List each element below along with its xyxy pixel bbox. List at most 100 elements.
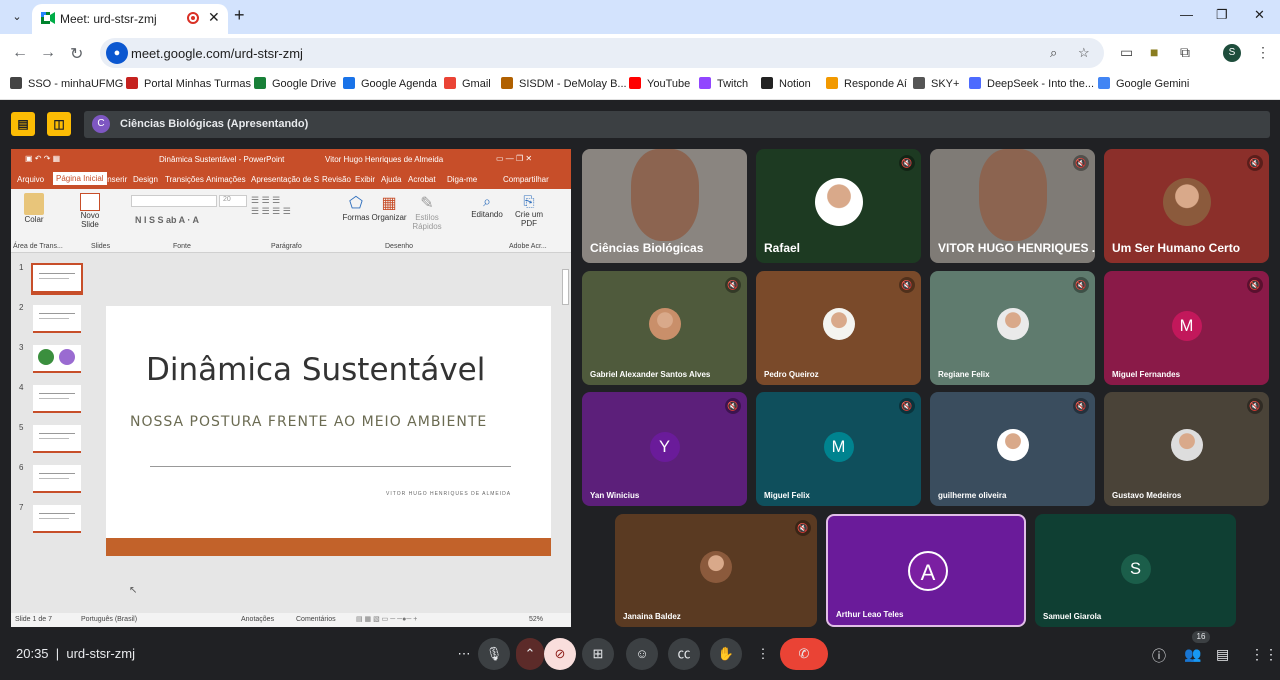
muted-icon: 🔇 (1073, 398, 1089, 414)
bookmark-label: Notion (779, 78, 811, 90)
paragraph-icons: ☰ ☰ ☰ ☰ ☰ ☰ ☰ (251, 195, 291, 216)
extensions-puzzle-icon[interactable]: ⧉ (1180, 44, 1190, 61)
participant-tile[interactable]: Y 🔇 Yan Winicius (582, 392, 747, 506)
participant-tile[interactable]: 🔇 Rafael (756, 149, 921, 263)
participant-avatar: M (823, 432, 854, 462)
group-paragraph: Parágrafo (271, 243, 302, 250)
presenting-banner[interactable]: C Ciências Biológicas (Apresentando) (84, 111, 1270, 138)
browser-menu-icon[interactable]: ⋮ (1256, 44, 1270, 61)
bookmark-item[interactable]: Portal Minhas Turmas (126, 77, 251, 90)
tab-close-icon[interactable]: ✕ (208, 9, 220, 26)
slide-number: 1 (19, 263, 24, 272)
status-notes: Anotações (241, 616, 275, 623)
bookmark-label: SISDM - DeMolay B... (519, 78, 627, 90)
participant-tile[interactable]: 🔇 Pedro Queiroz (756, 271, 921, 385)
new-tab-icon[interactable]: + (234, 5, 245, 26)
people-icon[interactable]: 👥 (1184, 646, 1201, 663)
captions-button[interactable]: ㏄ (668, 638, 700, 670)
meet-favicon-icon (41, 12, 55, 24)
microphone-active-icon[interactable]: ● (106, 42, 128, 64)
minimize-icon[interactable]: — (1180, 7, 1193, 22)
bookmark-label: SSO - minhaUFMG (28, 78, 124, 90)
profile-avatar[interactable]: S (1223, 44, 1241, 62)
meeting-info-icon[interactable]: ⓘ (1152, 646, 1166, 666)
create-pdf-button: ⎘ Crie um PDF (514, 193, 543, 228)
camera-off-button[interactable]: ⊘ (544, 638, 576, 670)
forward-icon[interactable]: → (40, 44, 56, 62)
participant-photo (1162, 178, 1211, 226)
participant-tile[interactable]: 🔇 Gabriel Alexander Santos Alves (582, 271, 747, 385)
bookmark-item[interactable]: Twitch (699, 77, 748, 90)
bookmark-item[interactable]: Gmail (444, 77, 491, 90)
bookmark-favicon-icon (444, 77, 456, 89)
activities-icon[interactable]: ⋮⋮ (1250, 646, 1278, 663)
layout-icon[interactable]: ◫ (47, 112, 71, 136)
meeting-code: urd-stsr-zmj (66, 646, 135, 661)
bookmark-item[interactable]: SKY+ (913, 77, 959, 90)
participant-tile[interactable]: 🔇 Um Ser Humano Certo (1104, 149, 1269, 263)
bookmark-favicon-icon (254, 77, 266, 89)
quick-styles-button: ✎ Estilos Rápidos (412, 195, 442, 231)
bookmark-item[interactable]: Google Agenda (343, 77, 437, 90)
bookmark-star-icon[interactable]: ☆ (1078, 45, 1090, 61)
tab-search-icon[interactable]: ⌄ (6, 6, 28, 28)
raise-hand-button[interactable]: ✋ (710, 638, 742, 670)
participant-tile[interactable]: 🔇 Regiane Felix (930, 271, 1095, 385)
muted-icon: 🔇 (1247, 155, 1263, 171)
bookmark-item[interactable]: SISDM - DeMolay B... (501, 77, 627, 90)
bookmark-item[interactable]: Responde Aí (826, 77, 907, 90)
participant-tile[interactable]: Ciências Biológicas (582, 149, 747, 263)
participant-avatar: A (908, 550, 948, 591)
participant-tile[interactable]: M 🔇 Miguel Felix (756, 392, 921, 506)
participant-tile[interactable]: M 🔇 Miguel Fernandes (1104, 271, 1269, 385)
reload-icon[interactable]: ↻ (70, 44, 83, 64)
present-screen-button[interactable]: ⊞ (582, 638, 614, 670)
ribbon-tab: Ajuda (381, 175, 402, 184)
participant-tile[interactable]: 🔇 VITOR HUGO HENRIQUES ... (930, 149, 1095, 263)
bookmark-label: Google Gemini (1116, 78, 1190, 90)
bookmark-item[interactable]: SSO - minhaUFMG (10, 77, 123, 90)
participant-tile[interactable]: A Arthur Leao Teles (826, 514, 1026, 627)
participant-name: Samuel Giarola (1043, 612, 1102, 621)
cast-icon[interactable]: ▭ (1120, 44, 1133, 61)
reactions-button[interactable]: ☺ (626, 638, 658, 670)
zoom-icon[interactable]: ⌕ (1050, 45, 1057, 61)
bookmark-label: Twitch (717, 78, 749, 90)
close-window-icon[interactable]: ✕ (1254, 7, 1265, 23)
slide-number: 2 (19, 303, 24, 312)
back-icon[interactable]: ← (12, 44, 28, 62)
participant-tile[interactable]: 🔇 Gustavo Medeiros (1104, 392, 1269, 506)
save-icon: ▣ ↶ ↷ ▦ (25, 154, 61, 163)
more-options-button[interactable]: ⋮ (752, 638, 774, 670)
presenter-avatar: C (92, 115, 110, 133)
more-audio-options-icon[interactable]: ⋯ (452, 638, 476, 670)
bookmark-item[interactable]: Google Gemini (1098, 77, 1189, 90)
chat-icon[interactable]: ▤ (1216, 646, 1229, 663)
participant-name: Miguel Fernandes (1112, 370, 1181, 379)
microphone-button[interactable]: 🎙 (478, 638, 510, 670)
extension-icon[interactable]: ■ (1150, 44, 1158, 60)
muted-icon: 🔇 (1247, 277, 1263, 293)
bookmark-item[interactable]: DeepSeek - Into the... (969, 77, 1094, 90)
participant-name: Miguel Felix (764, 491, 810, 500)
bookmark-item[interactable]: Notion (761, 77, 811, 90)
participant-tile[interactable]: 🔇 Janaina Baldez (615, 514, 817, 627)
slide-footer-bar (106, 538, 551, 556)
ribbon-tab: Exibir (355, 175, 376, 184)
address-bar[interactable]: ● meet.google.com/urd-stsr-zmj ⌕ ☆ (100, 38, 1104, 68)
ribbon-tab: Animações (206, 175, 246, 184)
participant-name: Regiane Felix (938, 370, 990, 379)
bookmark-item[interactable]: YouTube (629, 77, 690, 90)
participant-tile[interactable]: 🔇 guilherme oliveira (930, 392, 1095, 506)
video-options-icon[interactable]: ⌃ (516, 638, 544, 670)
status-language: Português (Brasil) (81, 616, 138, 623)
presentation-toggle-icon[interactable]: ▤ (11, 112, 35, 136)
presenting-label: Ciências Biológicas (Apresentando) (120, 118, 309, 130)
slide-number: 5 (19, 423, 24, 432)
slide-thumbnail (33, 305, 81, 333)
bookmark-item[interactable]: Google Drive (254, 77, 336, 90)
leave-call-button[interactable]: ✆ (780, 638, 828, 670)
participant-tile[interactable]: S Samuel Giarola (1035, 514, 1236, 627)
browser-tab[interactable]: Meet: urd-stsr-zmj ✕ (32, 4, 228, 34)
maximize-icon[interactable]: ❐ (1216, 7, 1228, 23)
